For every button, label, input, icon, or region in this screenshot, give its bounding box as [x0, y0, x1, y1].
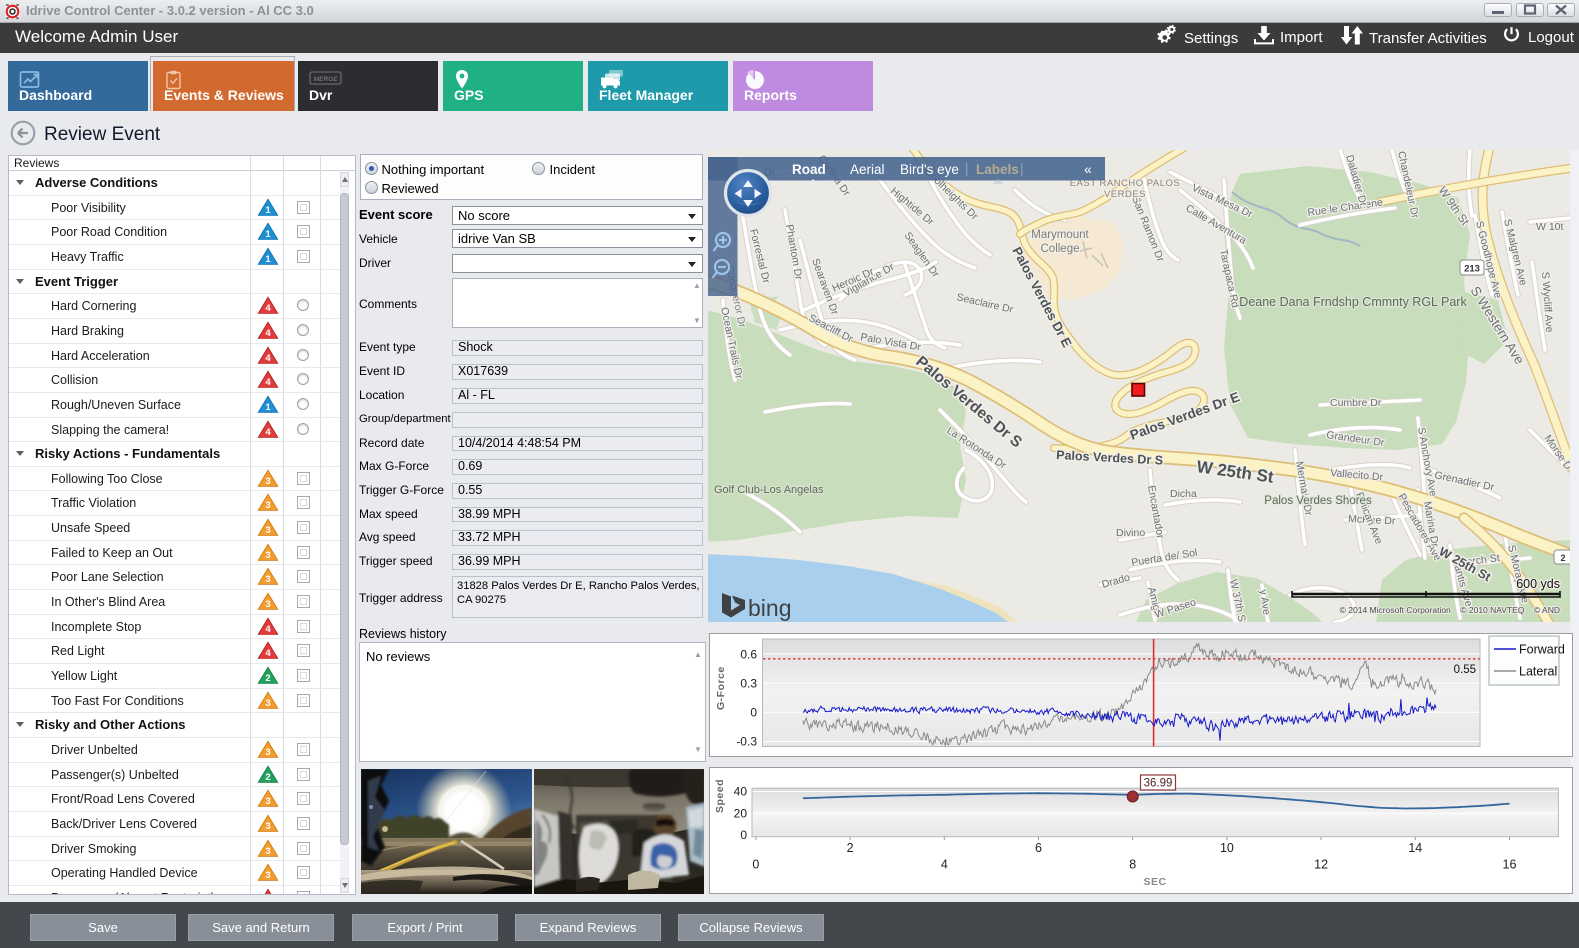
svg-text:0.3: 0.3: [740, 677, 757, 691]
svg-text:bing: bing: [748, 595, 791, 621]
svg-text:Golf Club-Los Angelas: Golf Club-Los Angelas: [714, 484, 824, 496]
svg-text:1: 1: [265, 205, 271, 216]
svg-text:G-Force: G-Force: [715, 666, 727, 710]
svg-text:3: 3: [265, 846, 270, 857]
svg-text:Deane Dana Frndshp Cmmnty RGL: Deane Dana Frndshp Cmmnty RGL Park: [1239, 295, 1467, 309]
svg-text:12: 12: [1314, 858, 1328, 872]
svg-text:1: 1: [265, 402, 271, 413]
svg-text:Cumbre Dr: Cumbre Dr: [1330, 397, 1382, 409]
svg-text:3: 3: [265, 870, 270, 881]
svg-text:4: 4: [941, 858, 948, 872]
svg-text:Forward: Forward: [1519, 643, 1565, 657]
svg-text:16: 16: [1503, 858, 1517, 872]
svg-text:3: 3: [265, 747, 270, 758]
svg-text:2: 2: [265, 673, 270, 684]
svg-text:Marymount: Marymount: [1031, 229, 1089, 241]
svg-text:40: 40: [734, 785, 748, 799]
svg-text:0.6: 0.6: [740, 648, 757, 662]
svg-text:-0.3: -0.3: [736, 735, 757, 749]
svg-text:4: 4: [265, 624, 271, 635]
svg-text:14: 14: [1408, 841, 1422, 855]
svg-text:Road: Road: [792, 162, 826, 177]
svg-text:W 10t: W 10t: [1536, 221, 1564, 233]
svg-text:0: 0: [752, 858, 759, 872]
svg-text:Dicha: Dicha: [1170, 488, 1197, 500]
svg-text:0: 0: [740, 828, 747, 842]
svg-text:College: College: [1041, 243, 1080, 255]
svg-text:1: 1: [265, 254, 271, 265]
svg-text:«: «: [1084, 161, 1092, 177]
svg-text:3: 3: [265, 821, 270, 832]
svg-text:3: 3: [265, 525, 270, 536]
svg-text:4: 4: [265, 377, 271, 388]
svg-text:3: 3: [265, 698, 270, 709]
svg-text:SEC: SEC: [1143, 876, 1166, 888]
svg-text:0.55: 0.55: [1454, 664, 1476, 676]
svg-text:2: 2: [1560, 553, 1565, 563]
svg-text:213: 213: [1464, 264, 1480, 275]
svg-text:VERDES: VERDES: [1104, 189, 1146, 200]
svg-text:|: |: [1020, 161, 1024, 176]
svg-text:3: 3: [265, 500, 270, 511]
svg-text:Speed: Speed: [714, 779, 726, 813]
svg-text:MERGE: MERGE: [314, 76, 339, 83]
svg-text:3: 3: [265, 796, 270, 807]
svg-text:Aerial: Aerial: [850, 162, 885, 177]
svg-text:© 2014 Microsoft Corporation: © 2014 Microsoft Corporation © 2010 NAVT…: [1340, 605, 1560, 615]
svg-text:4: 4: [265, 328, 271, 339]
svg-text:Labels: Labels: [976, 162, 1019, 177]
svg-text:36.99: 36.99: [1144, 778, 1173, 790]
svg-text:8: 8: [1129, 858, 1136, 872]
svg-text:3: 3: [265, 574, 270, 585]
svg-text:3: 3: [265, 550, 270, 561]
svg-text:2: 2: [265, 772, 270, 783]
svg-text:|: |: [965, 161, 969, 176]
svg-text:600 yds: 600 yds: [1516, 577, 1560, 591]
svg-text:Bird's eye: Bird's eye: [900, 162, 959, 177]
svg-text:3: 3: [265, 476, 270, 487]
svg-text:0: 0: [750, 706, 757, 720]
svg-text:4: 4: [265, 303, 271, 314]
svg-text:10: 10: [1220, 841, 1234, 855]
svg-text:4: 4: [265, 648, 271, 659]
svg-text:Palos Verdes Shores: Palos Verdes Shores: [1264, 495, 1372, 507]
svg-text:20: 20: [734, 807, 748, 821]
svg-text:6: 6: [1035, 841, 1042, 855]
svg-text:2: 2: [847, 841, 854, 855]
svg-text:Divino: Divino: [1116, 527, 1145, 539]
svg-text:Lateral: Lateral: [1519, 665, 1557, 679]
svg-text:3: 3: [265, 599, 270, 610]
svg-text:4: 4: [265, 353, 271, 364]
svg-text:4: 4: [265, 427, 271, 438]
svg-text:1: 1: [265, 229, 271, 240]
